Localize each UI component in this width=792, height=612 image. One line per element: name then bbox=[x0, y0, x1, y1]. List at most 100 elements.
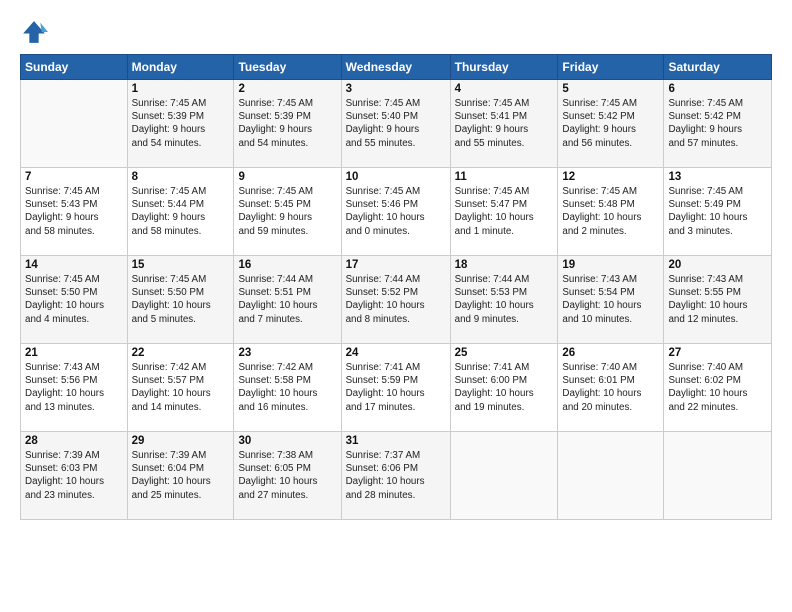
header bbox=[20, 18, 772, 46]
day-info: Sunrise: 7:41 AMSunset: 5:59 PMDaylight:… bbox=[346, 361, 446, 414]
day-header-monday: Monday bbox=[127, 55, 234, 80]
day-number: 2 bbox=[238, 83, 336, 95]
day-number: 3 bbox=[346, 83, 446, 95]
calendar-cell: 10Sunrise: 7:45 AMSunset: 5:46 PMDayligh… bbox=[341, 168, 450, 256]
calendar-cell: 19 Sunrise: 7:43 AMSunset: 5:54 PMDayligh… bbox=[558, 256, 664, 344]
week-row-1: 1 Sunrise: 7:45 AMSunset: 5:39 PMDaylight… bbox=[21, 80, 772, 168]
page: SundayMondayTuesdayWednesdayThursdayFrid… bbox=[0, 0, 792, 612]
logo-icon bbox=[20, 18, 48, 46]
calendar-cell bbox=[21, 80, 128, 168]
day-header-saturday: Saturday bbox=[664, 55, 772, 80]
day-number: 23 bbox=[238, 347, 336, 359]
calendar-cell: 16Sunrise: 7:44 AMSunset: 5:51 PMDayligh… bbox=[234, 256, 341, 344]
day-info: Sunrise: 7:45 AMSunset: 5:43 PMDaylight:… bbox=[25, 185, 123, 238]
calendar-cell bbox=[664, 432, 772, 520]
day-header-tuesday: Tuesday bbox=[234, 55, 341, 80]
day-info: Sunrise: 7:45 AMSunset: 5:41 PMDaylight:… bbox=[455, 97, 554, 150]
day-number: 5 bbox=[562, 83, 659, 95]
calendar-cell: 24 Sunrise: 7:41 AMSunset: 5:59 PMDayligh… bbox=[341, 344, 450, 432]
day-number: 18 bbox=[455, 259, 554, 271]
calendar-cell: 26 Sunrise: 7:40 AMSunset: 6:01 PMDayligh… bbox=[558, 344, 664, 432]
day-number: 28 bbox=[25, 435, 123, 447]
day-number: 13 bbox=[668, 171, 767, 183]
week-row-3: 14 Sunrise: 7:45 AMSunset: 5:50 PMDayligh… bbox=[21, 256, 772, 344]
day-number: 11 bbox=[455, 171, 554, 183]
day-number: 29 bbox=[132, 435, 230, 447]
day-number: 15 bbox=[132, 259, 230, 271]
day-info: Sunrise: 7:44 AMSunset: 5:52 PMDaylight:… bbox=[346, 273, 446, 326]
calendar-cell: 30 Sunrise: 7:38 AMSunset: 6:05 PMDayligh… bbox=[234, 432, 341, 520]
day-info: Sunrise: 7:45 AMSunset: 5:45 PMDaylight:… bbox=[238, 185, 336, 238]
day-info: Sunrise: 7:45 AMSunset: 5:42 PMDaylight:… bbox=[668, 97, 767, 150]
day-number: 25 bbox=[455, 347, 554, 359]
calendar-cell: 7 Sunrise: 7:45 AMSunset: 5:43 PMDaylight… bbox=[21, 168, 128, 256]
calendar-cell: 9 Sunrise: 7:45 AMSunset: 5:45 PMDaylight… bbox=[234, 168, 341, 256]
calendar-table: SundayMondayTuesdayWednesdayThursdayFrid… bbox=[20, 54, 772, 520]
calendar-cell: 29 Sunrise: 7:39 AMSunset: 6:04 PMDayligh… bbox=[127, 432, 234, 520]
calendar-cell: 14 Sunrise: 7:45 AMSunset: 5:50 PMDayligh… bbox=[21, 256, 128, 344]
day-number: 4 bbox=[455, 83, 554, 95]
day-info: Sunrise: 7:42 AMSunset: 5:58 PMDaylight:… bbox=[238, 361, 336, 414]
day-info: Sunrise: 7:45 AMSunset: 5:47 PMDaylight:… bbox=[455, 185, 554, 238]
day-info: Sunrise: 7:39 AMSunset: 6:04 PMDaylight:… bbox=[132, 449, 230, 502]
day-info: Sunrise: 7:38 AMSunset: 6:05 PMDaylight:… bbox=[238, 449, 336, 502]
calendar-body: 1 Sunrise: 7:45 AMSunset: 5:39 PMDaylight… bbox=[21, 80, 772, 520]
day-number: 10 bbox=[346, 171, 446, 183]
calendar-cell: 18 Sunrise: 7:44 AMSunset: 5:53 PMDayligh… bbox=[450, 256, 558, 344]
day-number: 9 bbox=[238, 171, 336, 183]
day-info: Sunrise: 7:44 AMSunset: 5:53 PMDaylight:… bbox=[455, 273, 554, 326]
calendar-cell bbox=[558, 432, 664, 520]
calendar-cell bbox=[450, 432, 558, 520]
calendar-cell: 4 Sunrise: 7:45 AMSunset: 5:41 PMDaylight… bbox=[450, 80, 558, 168]
day-info: Sunrise: 7:45 AMSunset: 5:49 PMDaylight:… bbox=[668, 185, 767, 238]
week-row-5: 28Sunrise: 7:39 AMSunset: 6:03 PMDayligh… bbox=[21, 432, 772, 520]
calendar-cell: 12 Sunrise: 7:45 AMSunset: 5:48 PMDayligh… bbox=[558, 168, 664, 256]
day-header-thursday: Thursday bbox=[450, 55, 558, 80]
calendar-cell: 5 Sunrise: 7:45 AMSunset: 5:42 PMDaylight… bbox=[558, 80, 664, 168]
calendar-cell: 28Sunrise: 7:39 AMSunset: 6:03 PMDayligh… bbox=[21, 432, 128, 520]
day-info: Sunrise: 7:44 AMSunset: 5:51 PMDaylight:… bbox=[238, 273, 336, 326]
day-info: Sunrise: 7:37 AMSunset: 6:06 PMDaylight:… bbox=[346, 449, 446, 502]
day-number: 30 bbox=[238, 435, 336, 447]
day-header-wednesday: Wednesday bbox=[341, 55, 450, 80]
day-info: Sunrise: 7:45 AMSunset: 5:39 PMDaylight:… bbox=[238, 97, 336, 150]
calendar-cell: 2 Sunrise: 7:45 AMSunset: 5:39 PMDaylight… bbox=[234, 80, 341, 168]
day-number: 20 bbox=[668, 259, 767, 271]
day-number: 7 bbox=[25, 171, 123, 183]
calendar-cell: 15 Sunrise: 7:45 AMSunset: 5:50 PMDayligh… bbox=[127, 256, 234, 344]
calendar-cell: 27Sunrise: 7:40 AMSunset: 6:02 PMDayligh… bbox=[664, 344, 772, 432]
calendar-cell: 3 Sunrise: 7:45 AMSunset: 5:40 PMDaylight… bbox=[341, 80, 450, 168]
day-info: Sunrise: 7:45 AMSunset: 5:42 PMDaylight:… bbox=[562, 97, 659, 150]
day-info: Sunrise: 7:43 AMSunset: 5:56 PMDaylight:… bbox=[25, 361, 123, 414]
calendar-cell: 17Sunrise: 7:44 AMSunset: 5:52 PMDayligh… bbox=[341, 256, 450, 344]
day-info: Sunrise: 7:45 AMSunset: 5:48 PMDaylight:… bbox=[562, 185, 659, 238]
day-number: 24 bbox=[346, 347, 446, 359]
day-number: 14 bbox=[25, 259, 123, 271]
calendar-header: SundayMondayTuesdayWednesdayThursdayFrid… bbox=[21, 55, 772, 80]
day-info: Sunrise: 7:45 AMSunset: 5:50 PMDaylight:… bbox=[132, 273, 230, 326]
day-info: Sunrise: 7:45 AMSunset: 5:50 PMDaylight:… bbox=[25, 273, 123, 326]
day-number: 6 bbox=[668, 83, 767, 95]
week-row-4: 21Sunrise: 7:43 AMSunset: 5:56 PMDayligh… bbox=[21, 344, 772, 432]
calendar-cell: 25 Sunrise: 7:41 AMSunset: 6:00 PMDayligh… bbox=[450, 344, 558, 432]
day-header-row: SundayMondayTuesdayWednesdayThursdayFrid… bbox=[21, 55, 772, 80]
calendar-cell: 22Sunrise: 7:42 AMSunset: 5:57 PMDayligh… bbox=[127, 344, 234, 432]
calendar-cell: 8Sunrise: 7:45 AMSunset: 5:44 PMDaylight… bbox=[127, 168, 234, 256]
calendar-cell: 31Sunrise: 7:37 AMSunset: 6:06 PMDayligh… bbox=[341, 432, 450, 520]
day-info: Sunrise: 7:40 AMSunset: 6:02 PMDaylight:… bbox=[668, 361, 767, 414]
calendar-cell: 1Sunrise: 7:45 AMSunset: 5:39 PMDaylight… bbox=[127, 80, 234, 168]
day-header-sunday: Sunday bbox=[21, 55, 128, 80]
day-number: 12 bbox=[562, 171, 659, 183]
day-info: Sunrise: 7:45 AMSunset: 5:40 PMDaylight:… bbox=[346, 97, 446, 150]
calendar-cell: 6 Sunrise: 7:45 AMSunset: 5:42 PMDaylight… bbox=[664, 80, 772, 168]
day-number: 19 bbox=[562, 259, 659, 271]
day-number: 26 bbox=[562, 347, 659, 359]
day-header-friday: Friday bbox=[558, 55, 664, 80]
day-info: Sunrise: 7:43 AMSunset: 5:54 PMDaylight:… bbox=[562, 273, 659, 326]
day-info: Sunrise: 7:45 AMSunset: 5:44 PMDaylight:… bbox=[132, 185, 230, 238]
day-info: Sunrise: 7:41 AMSunset: 6:00 PMDaylight:… bbox=[455, 361, 554, 414]
day-number: 1 bbox=[132, 83, 230, 95]
logo bbox=[20, 18, 52, 46]
day-info: Sunrise: 7:40 AMSunset: 6:01 PMDaylight:… bbox=[562, 361, 659, 414]
calendar-cell: 11 Sunrise: 7:45 AMSunset: 5:47 PMDayligh… bbox=[450, 168, 558, 256]
